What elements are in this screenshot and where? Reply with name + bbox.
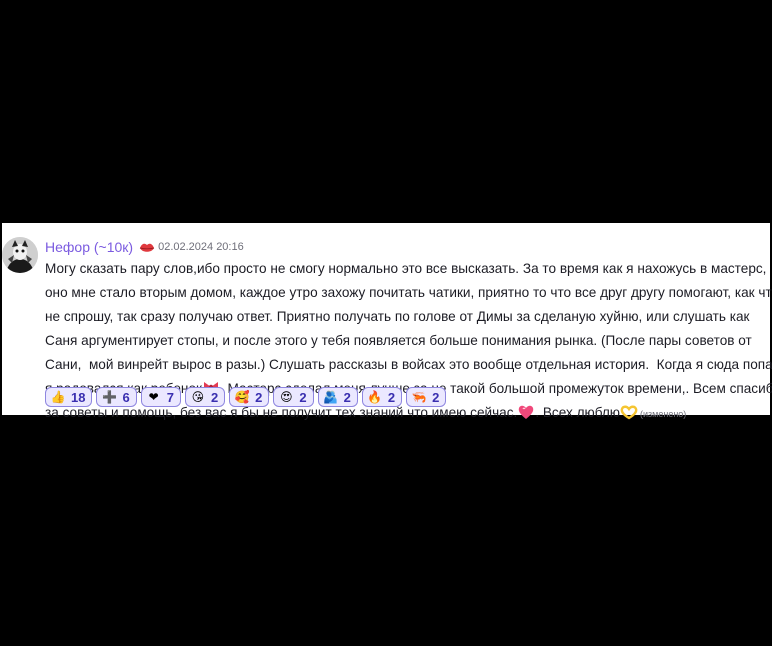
- reaction-button[interactable]: 👍 18: [45, 387, 93, 407]
- message-line: Могу сказать пару слов,ибо просто не смо…: [45, 261, 767, 276]
- kissing-face-icon: 😘: [191, 390, 205, 404]
- reaction-count: 2: [432, 389, 440, 405]
- red-lips-icon: [139, 241, 155, 253]
- fire-icon: 🔥: [367, 390, 383, 404]
- reaction-count: 2: [299, 389, 307, 405]
- avatar[interactable]: [2, 237, 38, 273]
- reaction-count: 2: [387, 389, 396, 405]
- heart-eyes-icon: 😍: [280, 390, 293, 404]
- thumbs-up-icon: 👍: [50, 390, 66, 404]
- reaction-button[interactable]: 😘 2: [184, 387, 226, 407]
- reaction-button[interactable]: ❤ 7: [140, 387, 181, 407]
- reaction-button[interactable]: 🔥 2: [361, 387, 403, 407]
- message-line: за советы и помощь, без вас я бы не полу…: [45, 405, 518, 420]
- sparkling-heart-icon: [517, 404, 535, 420]
- timestamp: 02.02.2024 20:16: [158, 241, 244, 253]
- message-line: оно мне стало вторым домом, каждое утро …: [45, 285, 772, 300]
- reaction-count: 7: [166, 389, 174, 405]
- message-line: Саня аргументирует стопы, и после этого …: [45, 333, 752, 348]
- people-hugging-icon: 🫂: [323, 390, 339, 404]
- reaction-button[interactable]: 🦐 2: [406, 387, 447, 407]
- reaction-button[interactable]: 🥰 2: [229, 387, 270, 407]
- reaction-button[interactable]: 🫂 2: [317, 387, 358, 407]
- shrimp-icon: 🦐: [411, 390, 427, 404]
- heart-hands-icon: [620, 404, 638, 420]
- message-line: Сани, мой винрейт вырос в разы.) Слушать…: [45, 357, 772, 372]
- avatar-image: [2, 237, 38, 273]
- message-line: не спрошу, так сразу получаю ответ. Прия…: [45, 309, 750, 324]
- reaction-count: 6: [122, 389, 130, 405]
- username[interactable]: Нефор (~10к): [45, 239, 133, 255]
- reaction-button[interactable]: 😍 2: [273, 387, 314, 407]
- face-with-hearts-icon: 🥰: [234, 390, 250, 404]
- plus-icon: ➕: [101, 390, 117, 404]
- reaction-count: 2: [210, 389, 219, 405]
- edited-label: (изменено): [640, 409, 687, 419]
- message-text: . Всех люблю: [535, 405, 620, 420]
- reaction-count: 18: [71, 389, 86, 405]
- message-header: Нефор (~10к) 02.02.2024 20:16: [45, 238, 244, 256]
- reaction-count: 2: [343, 389, 351, 405]
- red-heart-icon: ❤: [148, 390, 159, 404]
- reaction-button[interactable]: ➕ 6: [96, 387, 137, 407]
- chat-message-card: Нефор (~10к) 02.02.2024 20:16 Могу сказа…: [2, 223, 772, 420]
- reactions-bar: 👍 18 ➕ 6 ❤ 7 😘 2 🥰 2 😍 2 🫂 2 🔥 2 🦐 2: [45, 387, 447, 407]
- reaction-count: 2: [255, 389, 263, 405]
